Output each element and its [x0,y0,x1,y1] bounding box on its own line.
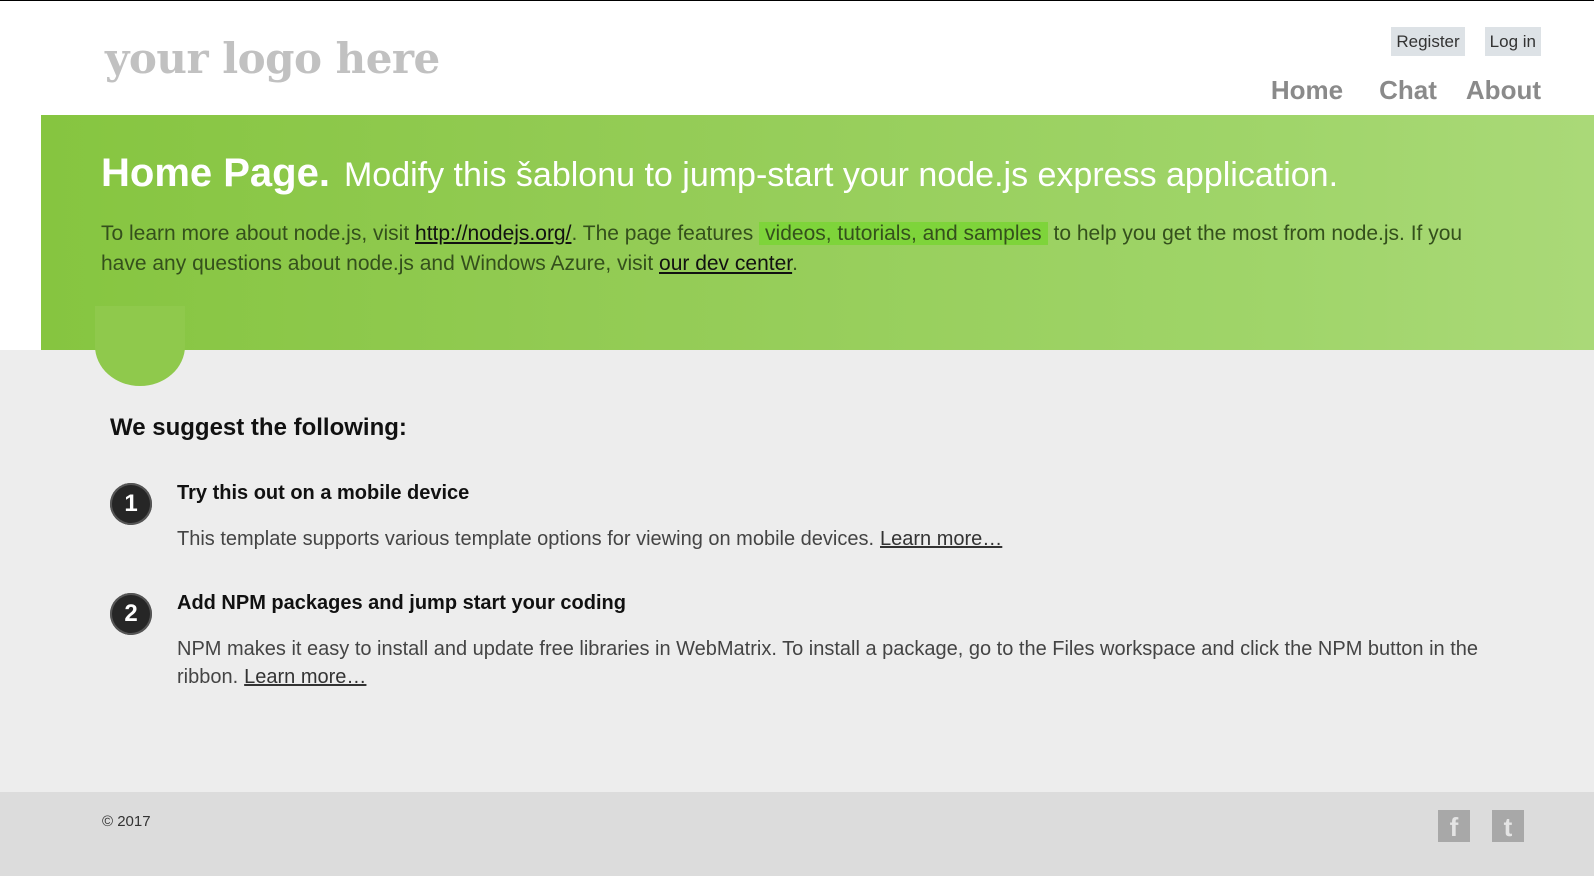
twitter-icon[interactable]: t [1492,810,1524,842]
page-footer: © 2017 f t [0,792,1594,876]
step-description: This template supports various template … [177,528,875,550]
nav-home[interactable]: Home [1271,74,1343,106]
register-link[interactable]: Register [1391,27,1465,56]
hero-title-strong: Home Page. [101,151,330,195]
hero-text-4: . [792,252,798,275]
dev-center-link[interactable]: our dev center [659,252,792,275]
step-number-badge: 1 [110,483,152,525]
login-link[interactable]: Log in [1484,27,1541,56]
auth-links: Register Log in [1391,27,1541,56]
social-links: f t [1438,810,1524,842]
nav-chat[interactable]: Chat [1379,74,1437,106]
learn-more-link[interactable]: Learn more… [880,528,1002,550]
hero-text: To learn more about node.js, visit http:… [101,219,1511,279]
hero-highlight: videos, tutorials, and samples [759,222,1048,245]
hero-text-2: . The page features [571,222,754,245]
nav-about[interactable]: About [1466,74,1541,106]
step-description: NPM makes it easy to install and update … [177,638,1479,688]
hero-banner: Home Page. Modify this šablonu to jump-st… [41,115,1594,350]
site-logo[interactable]: your logo here [105,34,440,83]
main-content: We suggest the following: 1 Try this out… [0,306,1594,792]
step-title: Try this out on a mobile device [177,482,470,504]
hero-text-1: To learn more about node.js, visit [101,222,410,245]
facebook-icon[interactable]: f [1438,810,1470,842]
hero-title-rest: Modify this šablonu to jump-start your n… [343,156,1339,194]
nodejs-link[interactable]: http://nodejs.org/ [415,222,571,245]
top-border [0,0,1594,1]
hero-title: Home Page. Modify this šablonu to jump-st… [101,151,1338,196]
learn-more-link[interactable]: Learn more… [244,666,366,688]
step-text: NPM makes it easy to install and update … [177,635,1487,691]
copyright-text: © 2017 [102,813,151,830]
hero-decoration [95,306,185,386]
step-title: Add NPM packages and jump start your cod… [177,592,626,614]
step-text: This template supports various template … [177,525,1487,553]
step-number-badge: 2 [110,593,152,635]
main-nav: Home Chat About [1271,74,1541,106]
suggest-heading: We suggest the following: [110,414,407,441]
